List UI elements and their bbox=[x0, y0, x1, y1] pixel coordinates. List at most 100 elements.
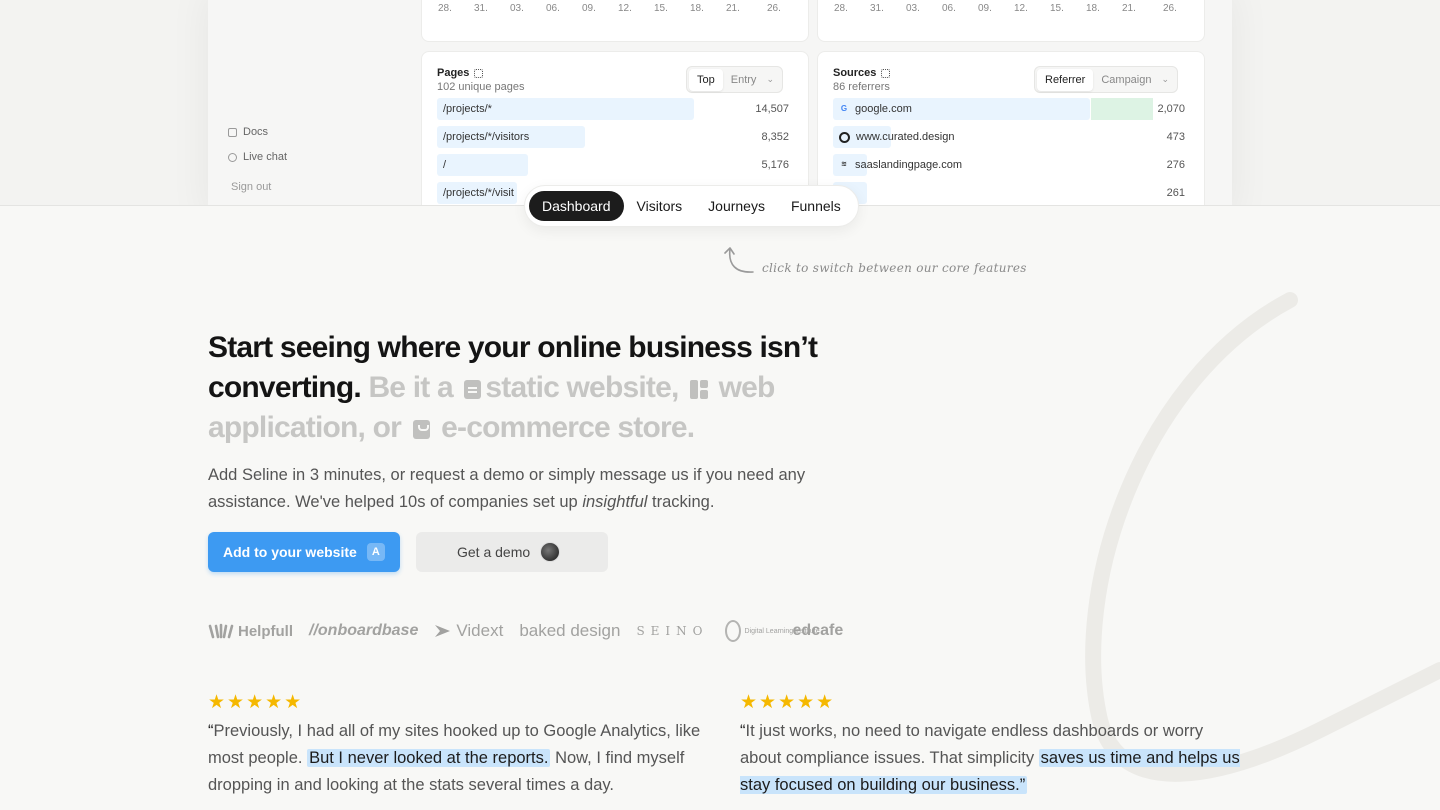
sources-card-title: Sources bbox=[833, 67, 891, 79]
tab-entry[interactable]: Entry bbox=[723, 69, 765, 91]
sources-card: Sources 86 referrers Referrer Campaign ⌄… bbox=[817, 51, 1205, 205]
add-to-website-button[interactable]: Add to your website A bbox=[208, 532, 400, 572]
sources-title-text: Sources bbox=[833, 67, 877, 79]
testimonial-text: “Previously, I had all of my sites hooke… bbox=[208, 718, 708, 799]
row-value: 473 bbox=[1166, 131, 1185, 143]
date-label: 03. bbox=[906, 3, 920, 14]
logo-seino: SEINO bbox=[636, 624, 708, 638]
vidext-logo-icon bbox=[435, 625, 451, 637]
row-value: 261 bbox=[1166, 187, 1185, 199]
date-label: 28. bbox=[834, 3, 848, 14]
sidebar-sign-out-label: Sign out bbox=[231, 181, 272, 193]
date-label: 26. bbox=[1163, 3, 1177, 14]
visitors-chart-card: 28. 31. 03. 06. 09. 12. 15. 18. 21. 26. bbox=[421, 0, 809, 42]
date-label: 09. bbox=[978, 3, 992, 14]
add-to-website-label: Add to your website bbox=[223, 544, 357, 560]
row-label: /projects/* bbox=[443, 103, 492, 115]
row-value: 276 bbox=[1166, 159, 1185, 171]
shopping-bag-icon bbox=[412, 420, 430, 439]
date-label: 15. bbox=[1050, 3, 1064, 14]
logo-text: baked design bbox=[519, 621, 621, 640]
table-row[interactable]: / 5,176 bbox=[437, 154, 789, 176]
document-icon bbox=[464, 380, 482, 399]
keyboard-shortcut-badge: A bbox=[366, 543, 385, 561]
row-label: / bbox=[443, 159, 447, 171]
logo-edcafe: edcafe bbox=[793, 622, 844, 640]
tab-campaign[interactable]: Campaign bbox=[1093, 69, 1159, 91]
curved-arrow-icon bbox=[724, 247, 754, 273]
rating-stars: ★★★★★ bbox=[740, 692, 836, 713]
date-label: 31. bbox=[870, 3, 884, 14]
logo-text: //onboardbase bbox=[309, 622, 419, 639]
hint-text: click to switch between our core feature… bbox=[762, 261, 1027, 275]
row-value: 8,352 bbox=[761, 131, 789, 143]
app-window: Docs Live chat Sign out 28. 31. 03. 06. … bbox=[208, 0, 1232, 205]
focus-icon[interactable] bbox=[881, 68, 891, 78]
date-label: 09. bbox=[582, 3, 596, 14]
row-label: www.curated.design bbox=[839, 131, 954, 143]
focus-icon[interactable] bbox=[474, 68, 484, 78]
row-value: 2,070 bbox=[1157, 103, 1185, 115]
pages-card-title: Pages bbox=[437, 67, 484, 79]
row-share-bar bbox=[437, 154, 528, 176]
table-row[interactable]: /projects/* 14,507 bbox=[437, 98, 789, 120]
table-row[interactable]: ≋ saaslandingpage.com 276 bbox=[833, 154, 1185, 176]
table-row[interactable]: www.curated.design 473 bbox=[833, 126, 1185, 148]
date-label: 21. bbox=[1122, 3, 1136, 14]
logo-digital-learning-institute: Digital Learning Institute bbox=[724, 620, 820, 642]
table-row[interactable]: G google.com 2,070 bbox=[833, 98, 1185, 120]
tab-referrer[interactable]: Referrer bbox=[1037, 68, 1094, 91]
chevron-down-icon[interactable]: ⌄ bbox=[766, 74, 774, 85]
date-label: 15. bbox=[654, 3, 668, 14]
date-label: 31. bbox=[474, 3, 488, 14]
testimonial-text: “It just works, no need to navigate endl… bbox=[740, 718, 1240, 799]
sidebar-docs-link[interactable]: Docs bbox=[228, 126, 268, 138]
row-value: 5,176 bbox=[761, 159, 789, 171]
logo-helpfull: Helpfull bbox=[208, 623, 293, 640]
row-value: 14,507 bbox=[755, 103, 789, 115]
pageviews-chart-dates: 28. 31. 03. 06. 09. 12. 15. 18. 21. 26. bbox=[834, 3, 1199, 14]
hero-subcopy: Add Seline in 3 minutes, or request a de… bbox=[208, 462, 848, 516]
tab-visitors[interactable]: Visitors bbox=[624, 191, 696, 221]
table-row[interactable]: 261 bbox=[833, 182, 1185, 204]
table-row[interactable]: /projects/*/visitors 8,352 bbox=[437, 126, 789, 148]
tab-funnels[interactable]: Funnels bbox=[778, 191, 854, 221]
chevron-down-icon[interactable]: ⌄ bbox=[1161, 74, 1169, 85]
row-label: /projects/*/visit bbox=[443, 187, 514, 199]
row-label: ≋ saaslandingpage.com bbox=[839, 159, 962, 171]
customer-logos: Helpfull //onboardbase Vidext baked desi… bbox=[208, 620, 843, 642]
avatar bbox=[540, 542, 561, 562]
quote-highlight: But I never looked at the reports. bbox=[307, 749, 551, 767]
tab-dashboard[interactable]: Dashboard bbox=[529, 191, 624, 221]
logo-vidext: Vidext bbox=[434, 621, 503, 641]
sidebar-live-chat-link[interactable]: Live chat bbox=[228, 151, 287, 163]
subcopy-text: tracking. bbox=[652, 493, 715, 511]
pages-card: Pages 102 unique pages Top Entry ⌄ /proj… bbox=[421, 51, 809, 205]
logo-text: Digital Learning Institute bbox=[744, 627, 820, 635]
row-label-text: saaslandingpage.com bbox=[855, 159, 963, 171]
sources-segmented-control: Referrer Campaign ⌄ bbox=[1034, 66, 1179, 93]
helpfull-logo-icon bbox=[208, 623, 234, 639]
pages-segmented-control: Top Entry ⌄ bbox=[686, 66, 783, 93]
logo-text: edcafe bbox=[792, 622, 844, 639]
get-demo-button[interactable]: Get a demo bbox=[416, 532, 608, 572]
tab-top[interactable]: Top bbox=[689, 68, 723, 91]
feature-tabs: Dashboard Visitors Journeys Funnels bbox=[524, 185, 859, 227]
tabs-hint: click to switch between our core feature… bbox=[722, 245, 1027, 275]
date-label: 06. bbox=[546, 3, 560, 14]
pageviews-chart-card: 28. 31. 03. 06. 09. 12. 15. 18. 21. 26. bbox=[817, 0, 1205, 42]
logo-text: SEINO bbox=[636, 624, 709, 638]
logo-onboardbase: //onboardbase bbox=[309, 622, 418, 640]
row-change-bar bbox=[1091, 98, 1153, 120]
sidebar-live-chat-label: Live chat bbox=[243, 151, 288, 163]
subcopy-text: Add Seline in 3 minutes, or request a de… bbox=[208, 466, 806, 511]
curated-design-icon bbox=[839, 131, 850, 143]
sidebar-sign-out-link[interactable]: Sign out bbox=[231, 181, 271, 193]
app-sidebar: Docs Live chat Sign out bbox=[208, 0, 408, 205]
logo-text: Helpfull bbox=[238, 622, 293, 640]
date-label: 03. bbox=[510, 3, 524, 14]
subcopy-emphasis: insightful bbox=[582, 493, 648, 511]
date-label: 26. bbox=[767, 3, 781, 14]
layout-icon bbox=[690, 380, 709, 399]
tab-journeys[interactable]: Journeys bbox=[695, 191, 778, 221]
